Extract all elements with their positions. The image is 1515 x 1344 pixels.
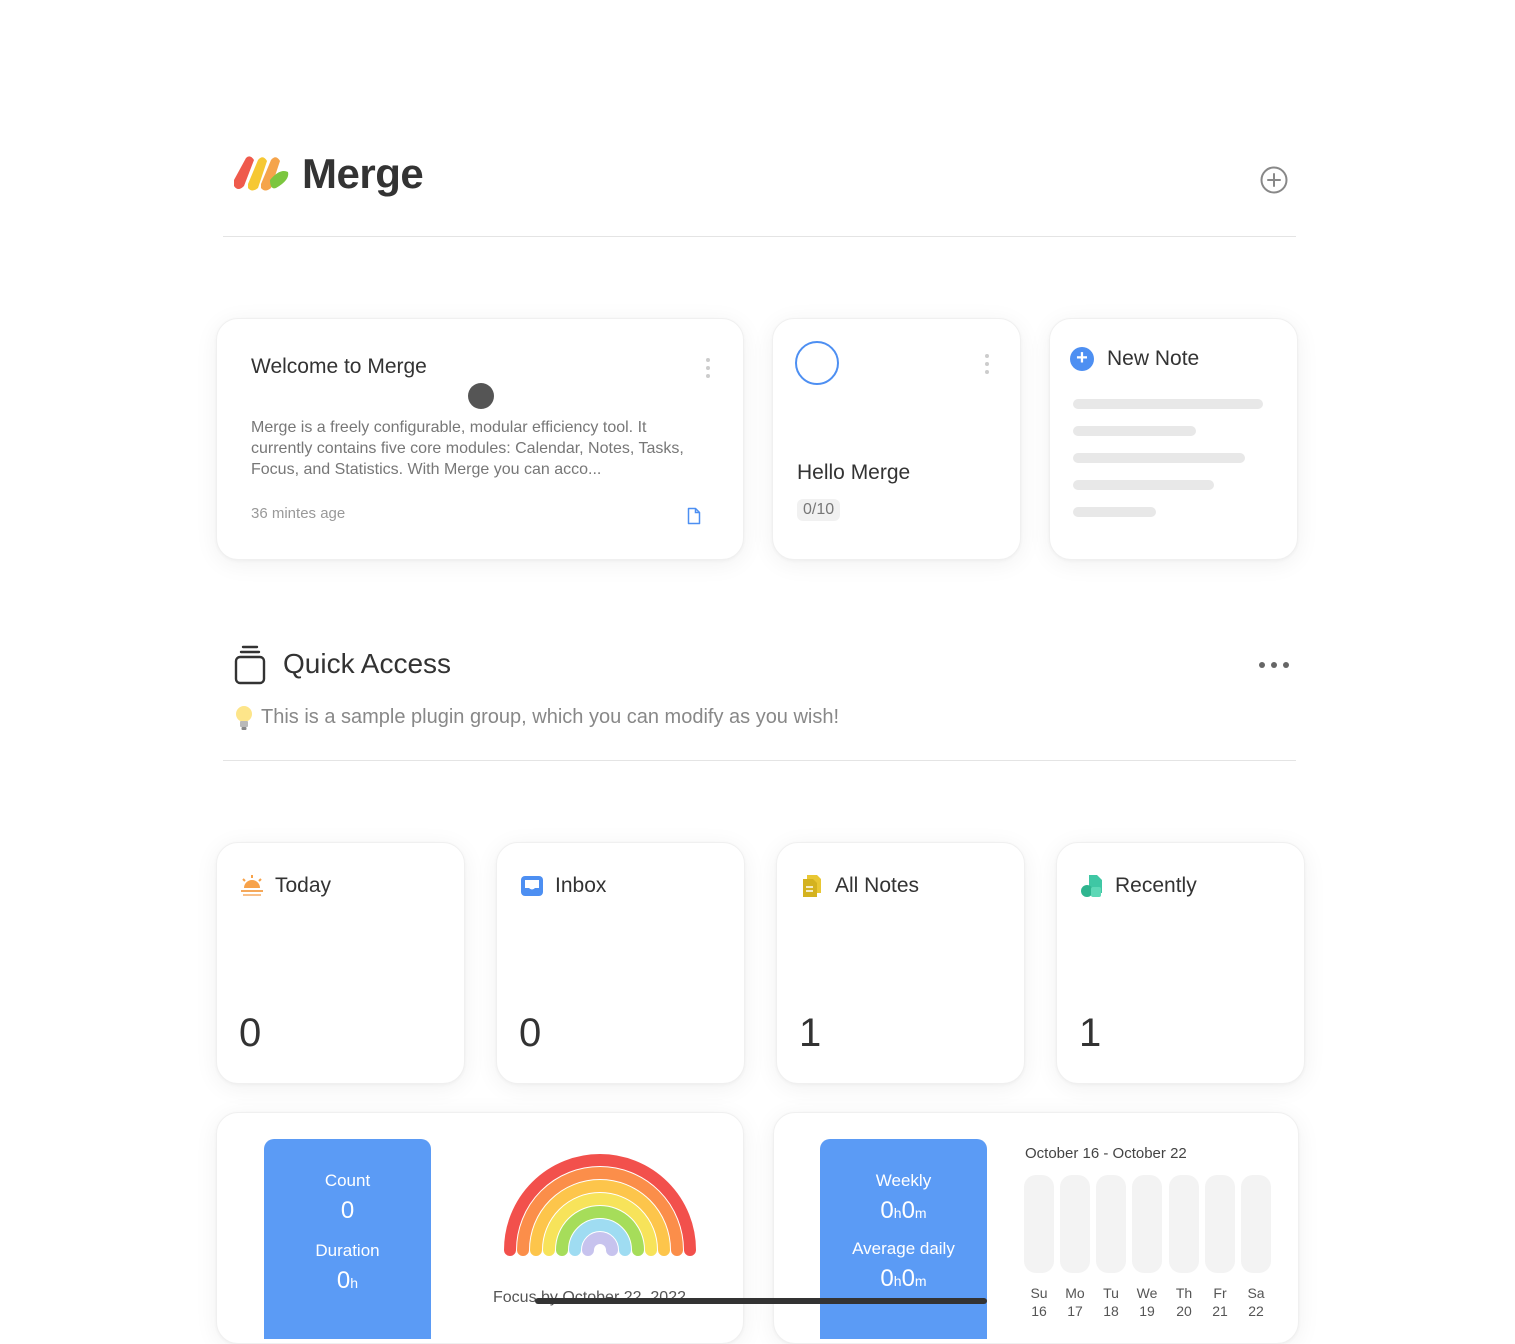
date-label: 22 [1248,1303,1264,1319]
date-label: 16 [1031,1303,1047,1319]
new-note-label: New Note [1107,347,1200,370]
day-bar [1060,1175,1090,1273]
weekly-value: 0h0m [880,1197,927,1224]
lightbulb-icon [236,706,252,730]
stat-label: Recently [1115,874,1197,897]
stat-count: 1 [799,1011,822,1055]
placeholder-line [1073,507,1156,517]
app-title: Merge [302,150,424,197]
date-label: 19 [1139,1303,1155,1319]
day-label: Mo [1065,1285,1085,1301]
focus-summary-panel: Count 0 Duration 0h [264,1139,431,1339]
section-hint: This is a sample plugin group, which you… [261,706,840,728]
date-label: 17 [1067,1303,1083,1319]
merge-logo [234,156,289,191]
placeholder-line [1073,453,1245,463]
stat-label: Inbox [555,874,607,897]
stat-label: Today [275,874,332,897]
average-daily-label: Average daily [852,1239,955,1258]
task-title: Hello Merge [797,461,911,484]
task-progress-badge: 0/10 [797,499,841,521]
stat-label: All Notes [835,874,920,897]
day-label: We [1136,1285,1158,1301]
sunrise-icon [241,875,263,896]
note-timestamp: 36 mintes age [251,505,346,522]
weekly-summary-panel: Weekly 0h0m Average daily 0h0m [820,1139,987,1339]
jar-icon [234,645,266,685]
stat-count: 0 [239,1011,262,1055]
day-bar [1205,1175,1235,1273]
day-label: Tu [1103,1285,1119,1301]
inbox-icon [521,876,543,896]
date-label: 21 [1212,1303,1228,1319]
day-label: Su [1030,1285,1048,1301]
document-icon [687,507,701,525]
home-indicator[interactable] [535,1298,987,1304]
placeholder-line [1073,480,1214,490]
more-vertical-icon[interactable] [984,353,990,375]
welcome-note-card[interactable]: Welcome to Merge Merge is a freely confi… [216,318,744,560]
rainbow-illustration [504,1154,696,1256]
note-title: Welcome to Merge [251,355,427,378]
average-daily-value: 0h0m [880,1265,927,1292]
more-vertical-icon[interactable] [705,357,711,379]
day-bar [1169,1175,1199,1273]
stat-count: 0 [519,1011,542,1055]
day-label: Sa [1247,1285,1265,1301]
section-title: Quick Access [283,648,452,679]
placeholder-line [1073,399,1263,409]
divider [223,760,1296,761]
today-card[interactable]: Today 0 [216,842,465,1084]
focus-widget[interactable]: Count 0 Duration 0h Focus by October 22,… [216,1112,744,1344]
count-label: Count [324,1171,371,1190]
count-value: 0 [340,1197,355,1224]
note-preview: Merge is a freely configurable, modular … [251,419,684,478]
date-label: 18 [1103,1303,1119,1319]
pointer-cursor [468,383,494,409]
day-label: Th [1175,1285,1193,1301]
stat-count: 1 [1079,1011,1102,1055]
weekly-label: Weekly [875,1171,932,1190]
all-notes-card[interactable]: All Notes 1 [776,842,1025,1084]
day-bar [1024,1175,1054,1273]
duration-label: Duration [315,1241,380,1260]
day-bar [1132,1175,1162,1273]
task-checkbox[interactable] [795,341,839,385]
documents-icon [803,875,821,897]
day-bar [1241,1175,1271,1273]
placeholder-line [1073,426,1196,436]
inbox-card[interactable]: Inbox 0 [496,842,745,1084]
task-card[interactable]: Hello Merge 0/10 [772,318,1021,560]
add-icon[interactable] [1259,165,1289,195]
new-note-card[interactable]: + New Note [1049,318,1298,560]
recent-shapes-icon [1081,875,1102,897]
more-horizontal-icon[interactable] [1258,658,1290,672]
date-label: 20 [1176,1303,1192,1319]
recently-card[interactable]: Recently 1 [1056,842,1305,1084]
week-range: October 16 - October 22 [1025,1145,1187,1162]
plus-circle-icon: + [1070,347,1094,371]
duration-value: 0h [336,1267,359,1294]
day-bar [1096,1175,1126,1273]
day-label: Fr [1213,1285,1227,1301]
divider [223,236,1296,237]
weekly-widget[interactable]: Weekly 0h0m Average daily 0h0m October 1… [773,1112,1299,1344]
